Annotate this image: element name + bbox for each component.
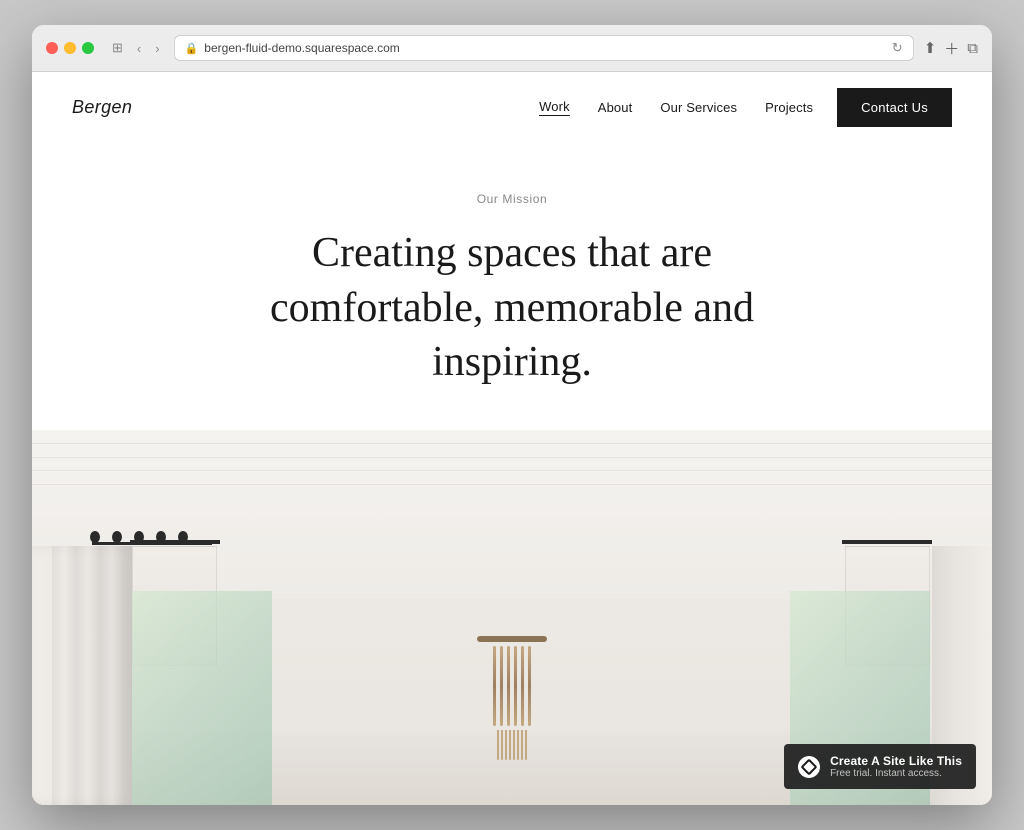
website-content: Bergen Work About Our Services Projects …: [32, 72, 992, 805]
macrame-string: [507, 646, 510, 726]
nav-link-projects[interactable]: Projects: [765, 100, 813, 115]
close-button[interactable]: [46, 42, 58, 54]
traffic-lights: [46, 42, 94, 54]
share-icon[interactable]: ⬆: [924, 39, 937, 57]
minimize-button[interactable]: [64, 42, 76, 54]
curtain-rings: [90, 531, 188, 543]
browser-controls: ⊞ ‹ ›: [108, 38, 164, 58]
fringe-strand: [505, 730, 507, 760]
curtain-ring: [178, 531, 188, 543]
squarespace-badge[interactable]: Create A Site Like This Free trial. Inst…: [784, 744, 976, 789]
macrame-string: [528, 646, 531, 726]
tabs-icon[interactable]: ⧉: [967, 40, 978, 57]
reload-icon[interactable]: ↻: [892, 40, 903, 56]
back-icon[interactable]: ‹: [133, 39, 145, 58]
fringe-strand: [513, 730, 515, 760]
fringe-strand: [525, 730, 527, 760]
macrame-string: [514, 646, 517, 726]
browser-window: ⊞ ‹ › 🔒 bergen-fluid-demo.squarespace.co…: [32, 25, 992, 805]
navigation: Bergen Work About Our Services Projects …: [32, 72, 992, 142]
browser-actions: ⬆ ＋ ⧉: [924, 38, 978, 59]
hero-section: Our Mission Creating spaces that are com…: [32, 142, 992, 430]
nav-link-work[interactable]: Work: [539, 99, 570, 116]
hero-label: Our Mission: [72, 192, 952, 206]
lock-icon: 🔒: [185, 42, 199, 55]
macrame-string: [521, 646, 524, 726]
squarespace-logo-icon: [801, 758, 818, 775]
hero-title: Creating spaces that are comfortable, me…: [262, 226, 762, 390]
hero-image: Create A Site Like This Free trial. Inst…: [32, 430, 992, 805]
fringe-strand: [497, 730, 499, 760]
macrame-decoration: [462, 636, 562, 760]
sidebar-toggle-icon[interactable]: ⊞: [108, 38, 127, 58]
nav-link-services[interactable]: Our Services: [660, 100, 737, 115]
fringe-strand: [509, 730, 511, 760]
fullscreen-button[interactable]: [82, 42, 94, 54]
badge-main-text: Create A Site Like This: [830, 754, 962, 768]
room-photo: Create A Site Like This Free trial. Inst…: [32, 430, 992, 805]
macrame-string: [493, 646, 496, 726]
badge-text: Create A Site Like This Free trial. Inst…: [830, 754, 962, 779]
curtain-ring: [156, 531, 166, 543]
squarespace-logo: [798, 756, 820, 778]
nav-links: Work About Our Services Projects: [539, 99, 813, 116]
forward-icon[interactable]: ›: [151, 39, 163, 58]
macrame-string: [500, 646, 503, 726]
curtain-folds: [52, 546, 132, 805]
macrame-strings: [493, 642, 531, 726]
new-tab-icon[interactable]: ＋: [944, 38, 959, 59]
site-logo[interactable]: Bergen: [72, 97, 132, 118]
fringe-strand: [517, 730, 519, 760]
curtain-ring: [90, 531, 100, 543]
fringe-strand: [501, 730, 503, 760]
curtain-ring: [112, 531, 122, 543]
address-bar[interactable]: 🔒 bergen-fluid-demo.squarespace.com ↻: [174, 35, 914, 61]
nav-link-about[interactable]: About: [598, 100, 633, 115]
macrame-fringe: [497, 730, 527, 760]
fringe-strand: [521, 730, 523, 760]
curtain-left: [32, 430, 212, 805]
contact-us-button[interactable]: Contact Us: [837, 88, 952, 127]
curtain-rod: [92, 542, 212, 545]
badge-sub-text: Free trial. Instant access.: [830, 768, 962, 779]
curtain-ring: [134, 531, 144, 543]
browser-chrome: ⊞ ‹ › 🔒 bergen-fluid-demo.squarespace.co…: [32, 25, 992, 72]
url-text: bergen-fluid-demo.squarespace.com: [204, 41, 399, 55]
